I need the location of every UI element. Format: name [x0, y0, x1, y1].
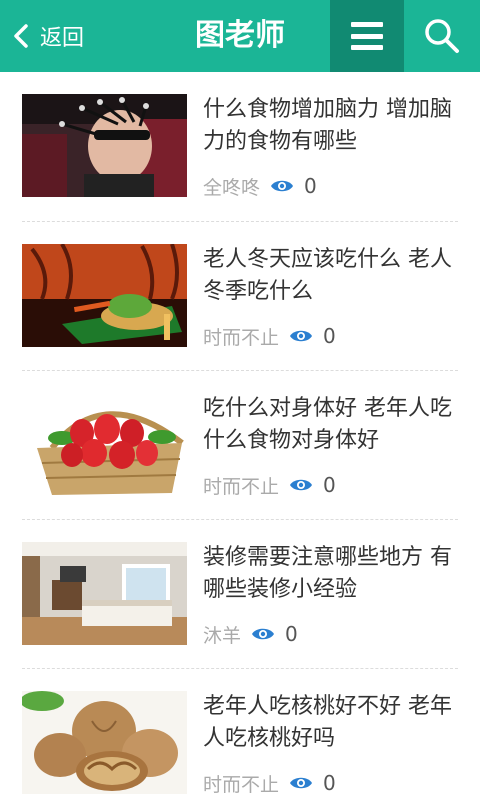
view-count: 0 — [285, 622, 298, 646]
back-button[interactable]: 返回 — [10, 14, 100, 58]
article-item[interactable]: 吃什么对身体好 老年人吃什么食物对身体好 时而不止 0 — [22, 371, 458, 520]
search-icon — [425, 19, 459, 53]
article-item[interactable]: 老年人吃核桃好不好 老年人吃核桃好吗 时而不止 0 — [22, 669, 458, 800]
article-item[interactable]: 装修需要注意哪些地方 有哪些装修小经验 沐羊 0 — [22, 520, 458, 669]
article-author: 时而不止 — [203, 773, 280, 796]
page-title: 图老师 — [195, 18, 285, 53]
article-thumbnail — [22, 542, 187, 645]
eye-icon — [290, 330, 313, 342]
article-author: 沐羊 — [203, 624, 242, 647]
view-count: 0 — [304, 174, 317, 198]
menu-button[interactable] — [330, 0, 404, 72]
article-title: 吃什么对身体好 老年人吃什么食物对身体好 — [203, 396, 452, 453]
article-title: 装修需要注意哪些地方 有哪些装修小经验 — [203, 545, 452, 602]
eye-icon — [252, 628, 275, 640]
article-author: 时而不止 — [203, 475, 280, 498]
article-thumbnail — [22, 244, 187, 347]
article-title: 老年人吃核桃好不好 老年人吃核桃好吗 — [203, 694, 452, 751]
article-meta: 时而不止 0 — [203, 322, 336, 350]
search-button[interactable] — [404, 0, 480, 72]
app-header: 返回 图老师 — [0, 0, 480, 72]
article-thumbnail — [22, 393, 187, 496]
article-thumbnail — [22, 94, 187, 197]
back-label: 返回 — [40, 26, 85, 51]
menu-icon — [351, 22, 383, 50]
article-meta: 全咚咚 0 — [203, 172, 317, 200]
article-list: 什么食物增加脑力 增加脑力的食物有哪些 全咚咚 0 老人冬天应该吃什么 老人冬季… — [0, 72, 480, 800]
chevron-left-icon — [14, 24, 28, 48]
article-item[interactable]: 老人冬天应该吃什么 老人冬季吃什么 时而不止 0 — [22, 222, 458, 371]
eye-icon — [290, 777, 313, 789]
view-count: 0 — [323, 324, 336, 348]
article-title: 老人冬天应该吃什么 老人冬季吃什么 — [203, 247, 452, 304]
article-item[interactable]: 什么食物增加脑力 增加脑力的食物有哪些 全咚咚 0 — [22, 72, 458, 222]
eye-icon — [271, 180, 294, 192]
article-title: 什么食物增加脑力 增加脑力的食物有哪些 — [203, 97, 452, 154]
article-thumbnail — [22, 691, 187, 794]
article-author: 全咚咚 — [203, 176, 261, 199]
article-meta: 时而不止 0 — [203, 769, 336, 797]
view-count: 0 — [323, 771, 336, 795]
eye-icon — [290, 479, 313, 491]
article-meta: 沐羊 0 — [203, 620, 298, 648]
article-author: 时而不止 — [203, 326, 280, 349]
article-meta: 时而不止 0 — [203, 471, 336, 499]
view-count: 0 — [323, 473, 336, 497]
